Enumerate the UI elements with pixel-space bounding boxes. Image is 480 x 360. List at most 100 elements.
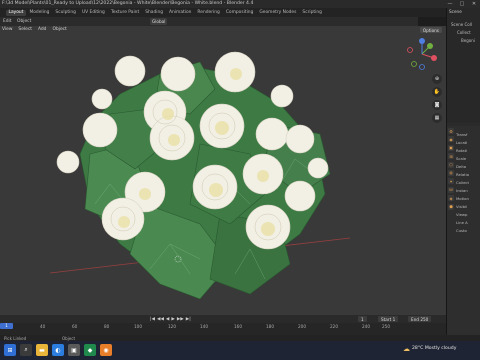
viewport-display-section[interactable]: Viewp	[456, 212, 469, 220]
tab-texture-paint[interactable]: Texture Paint	[108, 10, 141, 16]
line-art-section[interactable]: Line A	[456, 220, 469, 228]
start-frame-field[interactable]: Start 1	[378, 316, 399, 322]
flower	[91, 88, 113, 110]
taskbar-apps: ⊞ ⌕ ▬ ◐ ▣ ◆ ◉	[4, 344, 112, 356]
tab-uv-editing[interactable]: UV Editing	[79, 10, 107, 16]
physics-tab-icon[interactable]: ◈	[448, 195, 454, 202]
playhead[interactable]: 1	[0, 323, 13, 329]
app-icon[interactable]: ▣	[68, 344, 80, 356]
navigation-gizmo[interactable]	[404, 38, 440, 70]
flower	[56, 150, 80, 174]
hand-icon[interactable]: ✋	[432, 87, 442, 97]
tab-geometry-nodes[interactable]: Geometry Nodes	[257, 10, 299, 16]
close-button[interactable]: ✕	[468, 0, 480, 8]
play-reverse-button[interactable]: ◀	[166, 317, 169, 322]
custom-properties-section[interactable]: Custo	[456, 228, 469, 236]
location-field[interactable]: Locati	[456, 140, 469, 148]
file-explorer-icon[interactable]: ▬	[36, 344, 48, 356]
maximize-button[interactable]: □	[456, 0, 468, 8]
render-tab-icon[interactable]: ◉	[448, 136, 454, 143]
outliner-row-scene-collection[interactable]: Scene Coll	[451, 22, 472, 27]
tool-tab-icon[interactable]: ⚙	[448, 128, 454, 134]
blender-icon[interactable]: ◉	[100, 344, 112, 356]
tab-shading[interactable]: Shading	[143, 10, 166, 16]
temperature: 28°C	[412, 346, 424, 351]
status-hint: Pick Linked	[4, 335, 27, 341]
object-mode-menu[interactable]: Object	[52, 27, 66, 32]
jump-start-button[interactable]: |◀	[150, 317, 155, 322]
relations-section[interactable]: Relatio	[456, 172, 469, 180]
edit-menu[interactable]: Edit	[3, 19, 12, 24]
visibility-section[interactable]: Visibil	[456, 204, 469, 212]
right-panels: Scene Scene Coll Collect Begoni ⚙ ◉ ▣ ⊞ …	[446, 8, 480, 335]
tab-rendering[interactable]: Rendering	[195, 10, 222, 16]
3d-viewport[interactable]: View Select Add Object Options ⊕ ✋ ◙ ▦	[0, 26, 446, 315]
window-controls: — □ ✕	[444, 0, 480, 8]
playback-controls: |◀ ◀◀ ◀ ▶ ▶▶ ▶|	[150, 317, 191, 322]
modifier-tab-icon[interactable]: ⛁	[448, 186, 454, 193]
transform-section[interactable]: Transf	[456, 132, 469, 140]
world-tab-icon[interactable]: ◍	[448, 169, 454, 176]
tab-sculpting[interactable]: Sculpting	[53, 10, 79, 16]
outliner-header: Scene	[449, 9, 462, 14]
minimize-button[interactable]: —	[444, 0, 456, 8]
grid-icon[interactable]: ▦	[432, 113, 442, 123]
options-button[interactable]: Options	[419, 27, 442, 34]
status-mode: Object	[62, 335, 76, 341]
rotation-field[interactable]: Rotati	[456, 148, 469, 156]
z-axis-handle	[419, 38, 425, 44]
object-tab-icon[interactable]: ✦	[448, 178, 454, 185]
viewport-navigation: ⊕ ✋ ◙ ▦	[432, 74, 442, 123]
material-tab-icon[interactable]: ⬢	[448, 203, 454, 210]
delta-section[interactable]: Delta	[456, 164, 469, 172]
outliner-row-collection[interactable]: Collect	[457, 30, 471, 35]
tab-modeling[interactable]: Modeling	[27, 10, 52, 16]
add-menu[interactable]: Add	[38, 27, 47, 32]
scene-tab-icon[interactable]: ⬡	[448, 161, 454, 168]
instancing-section[interactable]: Instan	[456, 188, 469, 196]
flower	[284, 180, 316, 212]
zoom-icon[interactable]: ⊕	[432, 74, 442, 84]
output-tab-icon[interactable]: ▣	[448, 144, 454, 151]
frame-tick: 120	[168, 323, 176, 329]
frame-tick: 250	[382, 323, 390, 329]
transform-orientation-dropdown[interactable]: Global	[150, 18, 168, 25]
frame-tick: 160	[234, 323, 242, 329]
frame-tick: 180	[266, 323, 274, 329]
collections-section[interactable]: Collect	[456, 180, 469, 188]
x-axis-handle	[431, 55, 437, 61]
motion-paths-section[interactable]: Motion	[456, 196, 469, 204]
begonia-plant-model[interactable]	[50, 34, 350, 299]
outliner-row-begonia[interactable]: Begoni	[461, 38, 475, 43]
search-icon[interactable]: ⌕	[20, 344, 32, 356]
end-value: 250	[420, 316, 429, 322]
workspace-bar: Layout Modeling Sculpting UV Editing Tex…	[0, 8, 480, 17]
flower	[160, 56, 196, 92]
browser-icon[interactable]: ◐	[52, 344, 64, 356]
weather-widget[interactable]: 28°C Mostly cloudy	[412, 346, 456, 351]
view-layer-tab-icon[interactable]: ⊞	[448, 153, 454, 160]
play-button[interactable]: ▶	[171, 317, 174, 322]
select-menu[interactable]: Select	[18, 27, 32, 32]
frame-ruler[interactable]: 40 60 80 100 120 140 160 180 200 220 240…	[0, 323, 446, 329]
frame-tick: 40	[40, 323, 46, 329]
start-icon[interactable]: ⊞	[4, 344, 16, 356]
weather-icon[interactable]: ☁	[403, 345, 410, 353]
current-frame-field[interactable]: 1	[358, 316, 367, 322]
app-icon[interactable]: ◆	[84, 344, 96, 356]
tab-animation[interactable]: Animation	[167, 10, 194, 16]
tab-scripting[interactable]: Scripting	[300, 10, 325, 16]
jump-keyframe-back-button[interactable]: ◀◀	[157, 317, 164, 322]
jump-end-button[interactable]: ▶|	[186, 317, 191, 322]
jump-keyframe-forward-button[interactable]: ▶▶	[177, 317, 184, 322]
frame-tick: 60	[72, 323, 78, 329]
object-menu[interactable]: Object	[17, 19, 31, 24]
tab-layout[interactable]: Layout	[6, 9, 26, 16]
view-menu[interactable]: View	[2, 27, 12, 32]
flower	[114, 55, 146, 87]
camera-icon[interactable]: ◙	[432, 100, 442, 110]
tab-compositing[interactable]: Compositing	[223, 10, 256, 16]
start-label: Start	[381, 316, 392, 322]
end-frame-field[interactable]: End 250	[408, 316, 432, 322]
scale-field[interactable]: Scale	[456, 156, 469, 164]
